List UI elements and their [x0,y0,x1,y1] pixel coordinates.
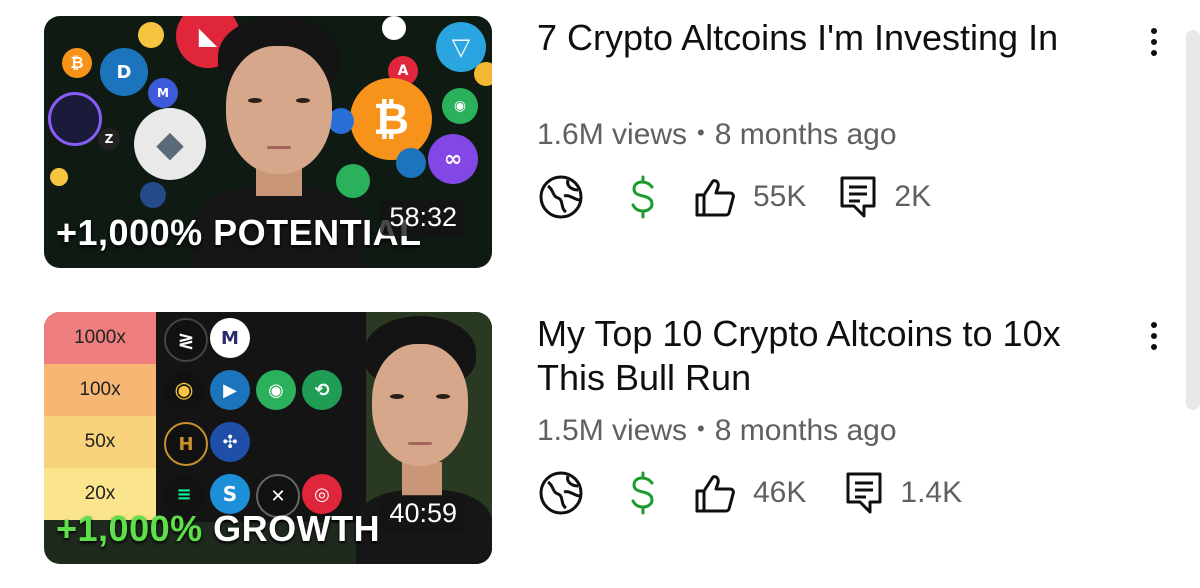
caption-word: GROWTH [213,508,381,549]
coin-icon [396,148,426,178]
caption-percentage: +1,000% [56,508,203,549]
like-count: 55K [753,180,807,213]
separator-dot: • [697,416,705,441]
coin-icon: ⟲ [302,370,342,410]
more-vert-icon[interactable] [1142,20,1166,64]
video-thumbnail[interactable]: 1000x 100x 50x 20x ≷ M ◉ ▶ ◉ ⟲ H ✣ ≡ S ✕… [44,312,492,564]
video-item[interactable]: 1000x 100x 50x 20x ≷ M ◉ ▶ ◉ ⟲ H ✣ ≡ S ✕… [0,296,1200,588]
coin-icon: ✣ [210,422,250,462]
video-meta: 1.6M views • 8 months ago [537,118,897,152]
view-count: 1.6M views [537,118,688,151]
comment-count: 1.4K [900,476,963,509]
coin-icon: M [148,78,178,108]
view-count: 1.5M views [537,414,688,447]
upload-age: 8 months ago [714,414,897,447]
video-meta: 1.5M views • 8 months ago [537,414,897,448]
more-vert-icon[interactable] [1142,314,1166,358]
globe-icon[interactable] [537,174,585,220]
video-actions: 55K 2K [537,172,931,222]
polygon-coin-icon: ∞ [428,134,478,184]
coin-icon: H [164,422,208,466]
video-item[interactable]: ₿ D ◣ M ◆ Z ▽ A ₿ ◉ ∞ +1,000% POTENTIAL … [0,0,1200,290]
coin-icon: ◉ [256,370,296,410]
comment-icon[interactable] [836,174,880,220]
thumbs-up-icon[interactable] [691,175,739,219]
coin-icon [474,62,492,86]
dash-coin-icon: D [100,48,148,96]
thumbs-up-icon[interactable] [691,471,739,515]
thumbnail-caption: +1,000% POTENTIAL [56,212,422,253]
coin-icon: ▶ [210,370,250,410]
upload-age: 8 months ago [714,118,897,151]
separator-dot: • [697,120,705,145]
coin-icon: Z [98,128,120,150]
coin-icon: M [210,318,250,358]
coin-icon [140,182,166,208]
coin-icon: ◉ [442,88,478,124]
coin-icon [50,168,68,186]
tier-label: 1000x [44,312,156,364]
video-title[interactable]: My Top 10 Crypto Altcoins to 10x This Bu… [537,312,1127,400]
globe-icon[interactable] [537,470,585,516]
like-count: 46K [753,476,807,509]
video-duration: 40:59 [380,495,466,532]
dollar-icon[interactable] [619,174,667,220]
video-thumbnail[interactable]: ₿ D ◣ M ◆ Z ▽ A ₿ ◉ ∞ +1,000% POTENTIAL … [44,16,492,268]
bitcoin-coin-icon: ₿ [62,48,92,78]
video-actions: 46K 1.4K [537,468,962,518]
thumbnail-caption: +1,000% GROWTH [56,508,380,550]
dollar-icon[interactable] [619,470,667,516]
tier-label: 50x [44,416,156,468]
comment-icon[interactable] [842,470,886,516]
comment-count: 2K [894,180,932,213]
coin-icon [48,92,102,146]
scrollbar[interactable] [1186,30,1200,410]
tier-label: 100x [44,364,156,416]
coin-icon [382,16,406,40]
coin-icon: ≷ [164,318,208,362]
coin-icon [138,22,164,48]
video-duration: 58:32 [380,199,466,236]
video-title[interactable]: 7 Crypto Altcoins I'm Investing In [537,16,1127,60]
coin-icon: ◉ [164,370,204,410]
video-list: ₿ D ◣ M ◆ Z ▽ A ₿ ◉ ∞ +1,000% POTENTIAL … [0,0,1200,588]
